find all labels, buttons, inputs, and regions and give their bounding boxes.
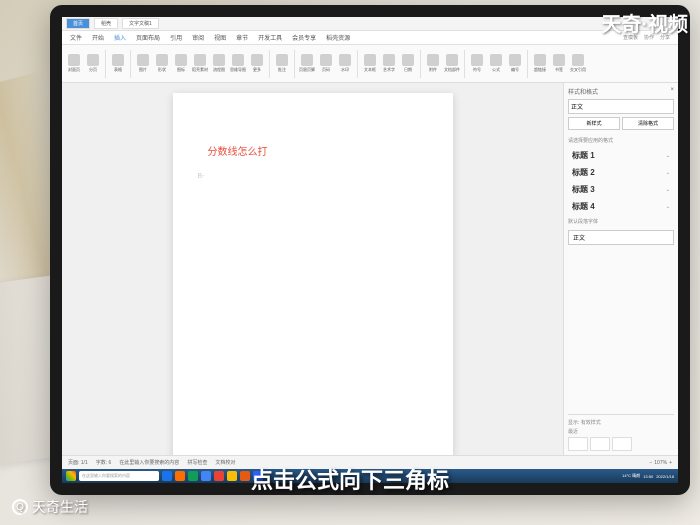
zoom-out-icon[interactable]: − [649, 460, 652, 466]
screen: 首页 稻壳 文字文稿1 文件 开始 插入 页面布局 引用 审阅 视图 章节 开发… [62, 17, 678, 483]
style-heading-2[interactable]: 标题 2⌄ [568, 164, 674, 181]
ribbon-header-footer[interactable]: 页眉页脚 [299, 47, 315, 81]
menu-member[interactable]: 会员专享 [292, 33, 316, 42]
laptop-frame: 首页 稻壳 文字文稿1 文件 开始 插入 页面布局 引用 审阅 视图 章节 开发… [50, 5, 690, 495]
ribbon-formula[interactable]: 公式 [488, 47, 504, 81]
window-titlebar: 首页 稻壳 文字文稿1 [62, 17, 678, 31]
ribbon-textbox[interactable]: 文本框 [362, 47, 378, 81]
zoom-value: 107% [654, 460, 667, 466]
taskbar-time[interactable]: 13:50 [643, 474, 653, 479]
panel-title: 样式和格式 [568, 87, 598, 96]
menu-file[interactable]: 文件 [70, 33, 82, 42]
ribbon-number[interactable]: 编号 [507, 47, 523, 81]
taskbar-weather[interactable]: 14°C 晴朗 [622, 473, 640, 479]
recent-thumb[interactable] [590, 437, 610, 451]
menu-review[interactable]: 审阅 [192, 33, 204, 42]
taskbar-date[interactable]: 2022/1/18 [656, 474, 674, 479]
ribbon-hyperlink[interactable]: 超链接 [532, 47, 548, 81]
styles-section-label: 请选择要应用的格式 [568, 137, 674, 144]
panel-close-icon[interactable]: × [670, 87, 674, 96]
ribbon-pagenum[interactable]: 页码 [318, 47, 334, 81]
menu-insert[interactable]: 插入 [114, 33, 126, 42]
video-subtitle: 点击公式向下三角标 [251, 463, 449, 495]
taskbar-app-icon[interactable] [227, 471, 237, 481]
cursor-position: B- [198, 173, 418, 180]
ribbon-pagebreak[interactable]: 分页 [85, 47, 101, 81]
ribbon-mindmap[interactable]: 思维导图 [230, 47, 246, 81]
status-words: 字数: 6 [96, 459, 112, 466]
document-area[interactable]: 分数线怎么打 B- [62, 83, 563, 455]
new-style-button[interactable]: 新样式 [568, 117, 620, 130]
menu-layout[interactable]: 页面布局 [136, 33, 160, 42]
watermark-bottom-left: Q 天奇生活 [12, 497, 88, 517]
taskbar-app-icon[interactable] [188, 471, 198, 481]
ribbon-image[interactable]: 图片 [135, 47, 151, 81]
ribbon-symbol[interactable]: 符号 [469, 47, 485, 81]
ribbon-toolbar: 封面页 分页 表格 图片 形状 图标 稻壳素材 流程图 思维导图 更多 批注 页… [62, 45, 678, 83]
show-filter-label: 显示: 有效样式 [568, 419, 674, 426]
tab-home[interactable]: 首页 [66, 18, 90, 29]
menu-chapter[interactable]: 章节 [236, 33, 248, 42]
ribbon-docparts[interactable]: 文档部件 [444, 47, 460, 81]
ribbon-table[interactable]: 表格 [110, 47, 126, 81]
ribbon-bookmark[interactable]: 书签 [551, 47, 567, 81]
styles-panel: 样式和格式 × 正文 新样式 清除格式 请选择要应用的格式 标题 1⌄ 标题 2… [563, 83, 678, 455]
taskbar-app-icon[interactable] [214, 471, 224, 481]
ribbon-crossref[interactable]: 交叉引用 [570, 47, 586, 81]
taskbar-app-icon[interactable] [162, 471, 172, 481]
ribbon-comment[interactable]: 批注 [274, 47, 290, 81]
status-doccheck[interactable]: 文档校对 [215, 459, 235, 466]
menu-devtools[interactable]: 开发工具 [258, 33, 282, 42]
ribbon-more[interactable]: 更多 [249, 47, 265, 81]
body-style-box[interactable]: 正文 [568, 230, 674, 245]
menu-start[interactable]: 开始 [92, 33, 104, 42]
tab-docer[interactable]: 稻壳 [94, 18, 118, 29]
ribbon-wordart[interactable]: 艺术字 [381, 47, 397, 81]
status-spellcheck[interactable]: 拼写检查 [187, 459, 207, 466]
document-page[interactable]: 分数线怎么打 B- [173, 93, 453, 455]
taskbar-app-icon[interactable] [201, 471, 211, 481]
zoom-in-icon[interactable]: + [669, 460, 672, 466]
logo-icon: Q [12, 499, 28, 515]
ribbon-shape[interactable]: 形状 [154, 47, 170, 81]
recent-label: 最近 [568, 428, 674, 435]
taskbar-search[interactable]: 在这里输入你要搜索的内容 [79, 471, 159, 481]
recent-thumb[interactable] [568, 437, 588, 451]
taskbar-app-icon[interactable] [175, 471, 185, 481]
chevron-down-icon[interactable]: ⌄ [666, 187, 670, 193]
recent-thumb[interactable] [612, 437, 632, 451]
style-heading-3[interactable]: 标题 3⌄ [568, 181, 674, 198]
status-page: 页面: 1/1 [68, 459, 88, 466]
tab-document[interactable]: 文字文稿1 [122, 18, 159, 29]
current-style-select[interactable]: 正文 [568, 99, 674, 114]
ribbon-date[interactable]: 日期 [400, 47, 416, 81]
chevron-down-icon[interactable]: ⌄ [666, 153, 670, 159]
ribbon-flowchart[interactable]: 流程图 [211, 47, 227, 81]
start-button[interactable] [66, 471, 76, 481]
chevron-down-icon[interactable]: ⌄ [666, 170, 670, 176]
menu-view[interactable]: 视图 [214, 33, 226, 42]
menu-resources[interactable]: 稻壳资源 [326, 33, 350, 42]
ribbon-attachment[interactable]: 附件 [425, 47, 441, 81]
style-heading-4[interactable]: 标题 4⌄ [568, 198, 674, 215]
chevron-down-icon[interactable]: ⌄ [666, 204, 670, 210]
workspace: 分数线怎么打 B- 样式和格式 × 正文 新样式 清除格式 请选择要应用的格式 … [62, 83, 678, 455]
watermark-top-right: 天奇·视频 [601, 8, 688, 37]
ribbon-cover[interactable]: 封面页 [66, 47, 82, 81]
zoom-control[interactable]: − 107% + [649, 460, 672, 466]
ribbon-watermark[interactable]: 水印 [337, 47, 353, 81]
document-text[interactable]: 分数线怎么打 [208, 143, 418, 158]
ribbon-icon[interactable]: 图标 [173, 47, 189, 81]
status-input-hint[interactable]: 在此里输入你要搜索的内容 [119, 459, 179, 466]
menu-bar: 文件 开始 插入 页面布局 引用 审阅 视图 章节 开发工具 会员专享 稻壳资源… [62, 31, 678, 45]
menu-reference[interactable]: 引用 [170, 33, 182, 42]
taskbar-app-icon[interactable] [240, 471, 250, 481]
ribbon-material[interactable]: 稻壳素材 [192, 47, 208, 81]
default-font-label: 默认段落字体 [568, 218, 674, 225]
style-heading-1[interactable]: 标题 1⌄ [568, 147, 674, 164]
clear-format-button[interactable]: 清除格式 [622, 117, 674, 130]
